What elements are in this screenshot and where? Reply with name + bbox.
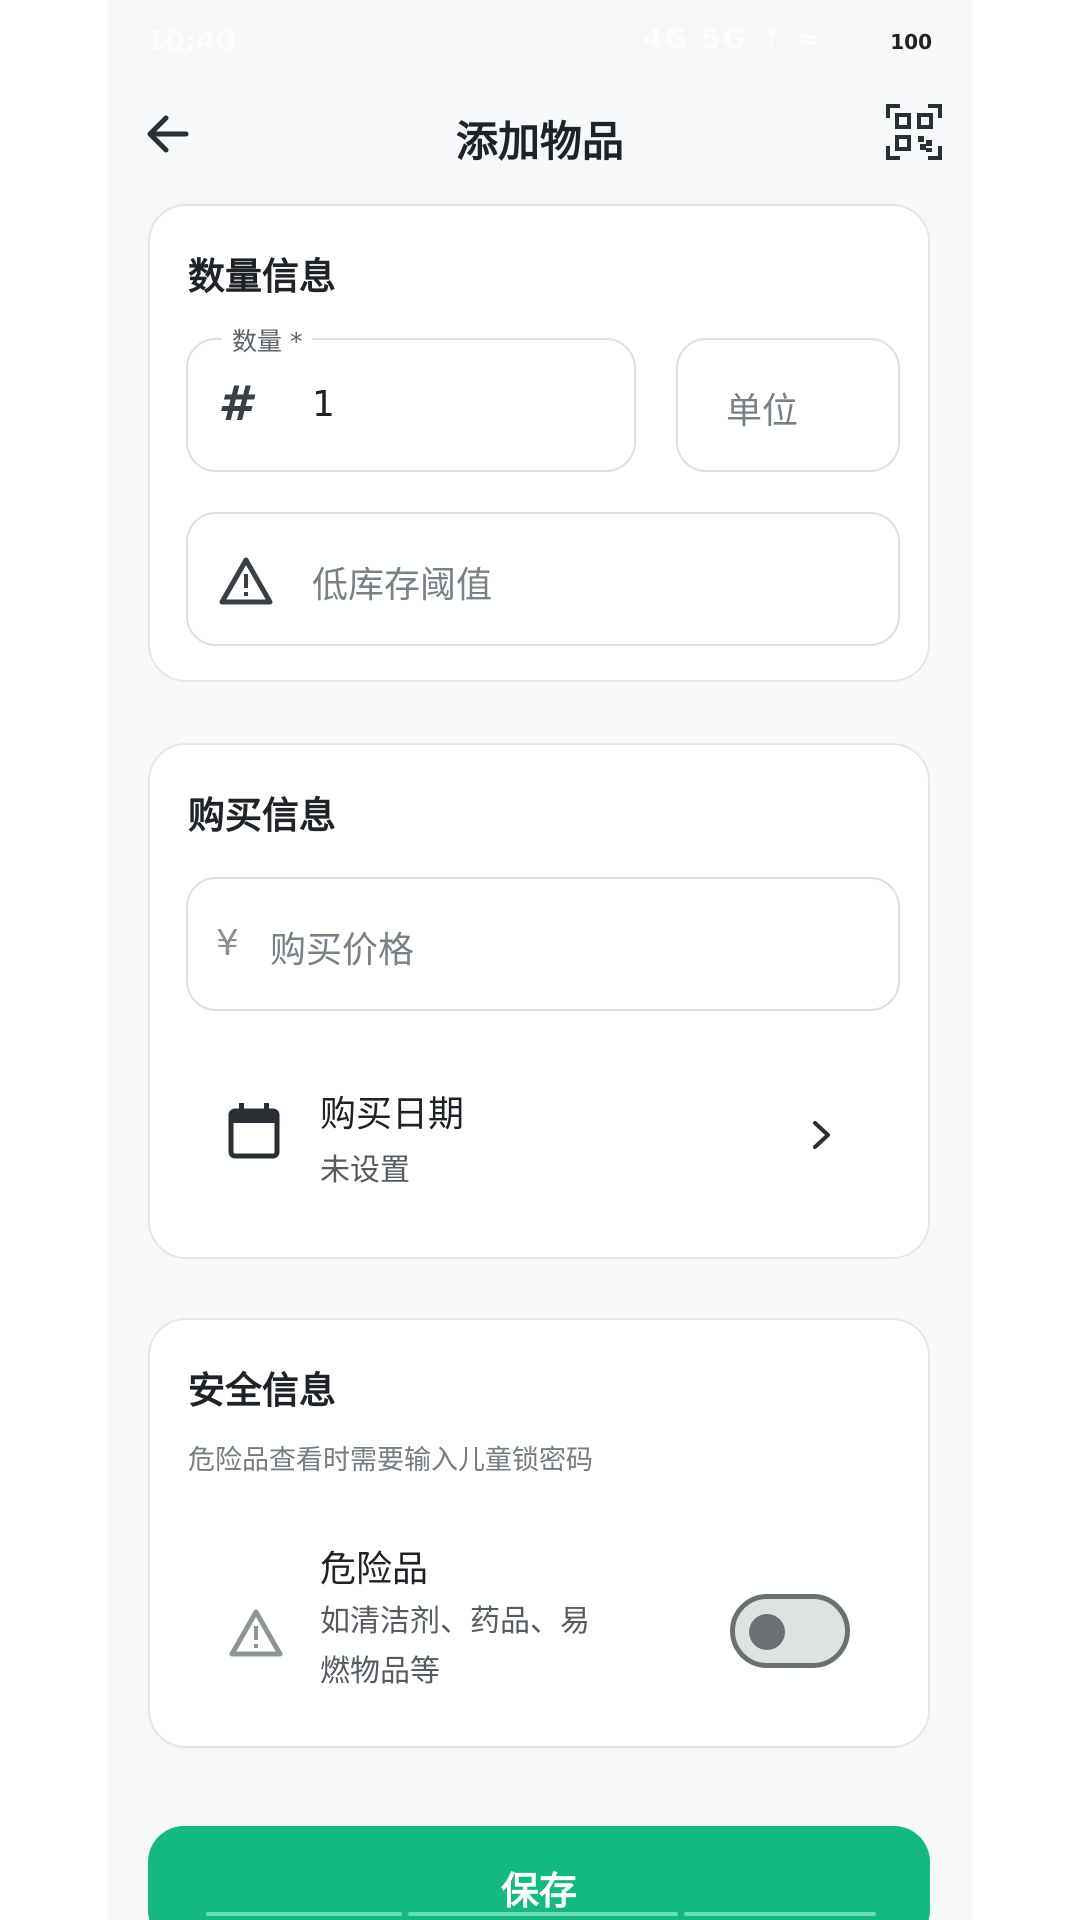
navigation-bar-indicator — [206, 1912, 876, 1916]
page-title: 添加物品 — [455, 117, 624, 166]
purchase-date-row[interactable]: 购买日期 未设置 — [186, 1065, 900, 1195]
quantity-field[interactable]: # 1 — [186, 338, 636, 472]
hazard-title: 危险品 — [320, 1549, 429, 1590]
warning-icon — [219, 557, 273, 605]
hazard-description-line2: 燃物品等 — [320, 1654, 440, 1689]
hazard-toggle[interactable] — [730, 1594, 850, 1668]
purchase-section-title: 购买信息 — [188, 794, 336, 837]
safety-description: 危险品查看时需要输入儿童锁密码 — [188, 1445, 593, 1476]
hazard-warning-icon — [229, 1609, 283, 1657]
hazard-row: 危险品 如清洁剂、药品、易 燃物品等 — [186, 1530, 900, 1720]
battery-level: 100 — [890, 30, 932, 54]
save-button[interactable]: 保存 — [148, 1826, 930, 1920]
yen-icon: ¥ — [216, 923, 239, 964]
quantity-card: 数量信息 # 1 数量 * 单位 低库存阈值 — [148, 204, 930, 682]
unit-placeholder: 单位 — [726, 391, 799, 432]
low-stock-threshold-field[interactable]: 低库存阈值 — [186, 512, 900, 646]
chevron-right-icon — [813, 1121, 830, 1149]
price-placeholder: 购买价格 — [270, 930, 415, 971]
qr-scan-icon — [886, 104, 942, 160]
low-stock-threshold-placeholder: 低库存阈值 — [312, 565, 493, 606]
safety-section-title: 安全信息 — [188, 1369, 336, 1412]
calendar-icon — [228, 1103, 280, 1159]
quantity-value: 1 — [312, 384, 335, 425]
toggle-knob — [749, 1614, 785, 1650]
unit-field[interactable]: 单位 — [676, 338, 900, 472]
status-bar: 10:40 4G 5G ⇡ ≈ 100 — [108, 0, 972, 80]
hazard-description-line1: 如清洁剂、药品、易 — [320, 1604, 590, 1639]
status-time: 10:40 — [146, 24, 236, 57]
safety-card: 安全信息 危险品查看时需要输入儿童锁密码 危险品 如清洁剂、药品、易 燃物品等 — [148, 1318, 930, 1748]
signal-icons: 4G 5G ⇡ ≈ — [642, 22, 822, 55]
price-field[interactable]: ¥ 购买价格 — [186, 877, 900, 1011]
quantity-section-title: 数量信息 — [188, 255, 336, 298]
scan-button[interactable] — [886, 104, 942, 160]
app-bar: 添加物品 — [108, 84, 972, 184]
purchase-date-label: 购买日期 — [320, 1094, 465, 1135]
purchase-date-value: 未设置 — [320, 1153, 410, 1188]
save-button-label: 保存 — [500, 1871, 577, 1913]
app-screen: 10:40 4G 5G ⇡ ≈ 100 添加物品 数量信息 # 1 数量 * 单… — [108, 0, 972, 1920]
purchase-card: 购买信息 ¥ 购买价格 购买日期 未设置 — [148, 743, 930, 1259]
hash-icon: # — [218, 376, 252, 432]
quantity-label: 数量 * — [222, 322, 313, 358]
